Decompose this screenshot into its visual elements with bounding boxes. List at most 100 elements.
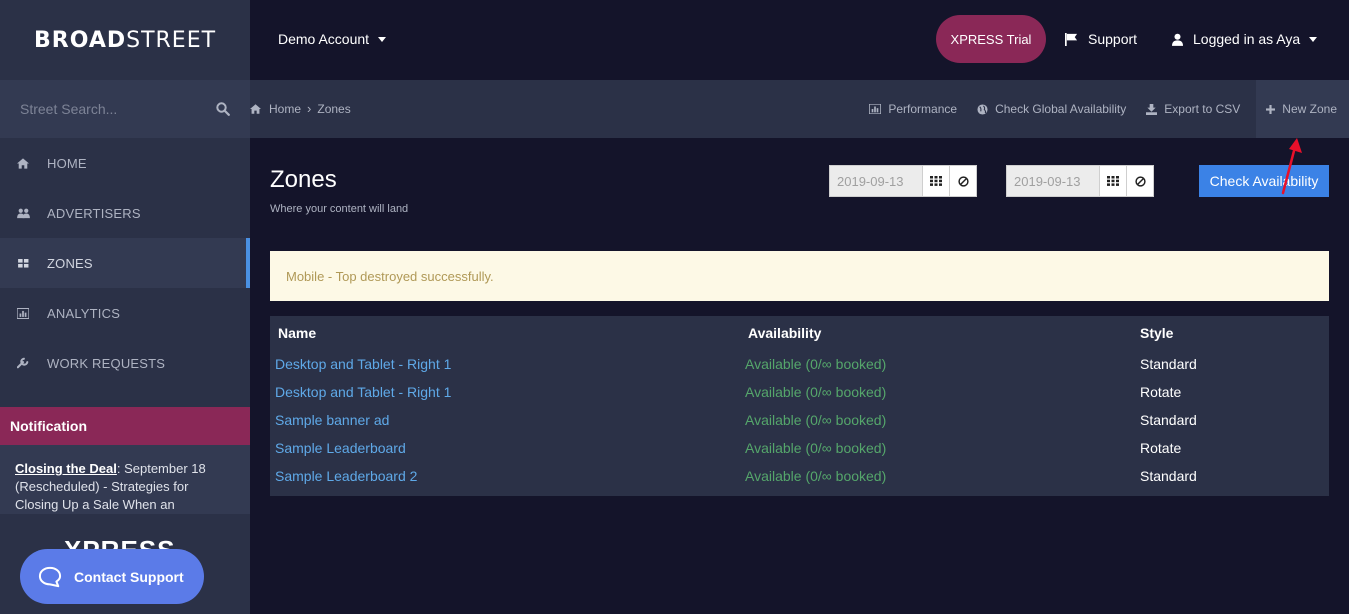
- sidebar-item-label: WORK REQUESTS: [47, 355, 166, 371]
- account-name: Demo Account: [278, 31, 370, 47]
- logo-area: BROADSTREET: [0, 0, 250, 80]
- zones-table: Name Availability Style Desktop and Tabl…: [270, 316, 1329, 496]
- breadcrumb-separator: ›: [307, 101, 312, 116]
- support-label: Support: [1088, 31, 1138, 47]
- logo-bold: BROAD: [34, 27, 127, 53]
- logo-light: STREET: [126, 27, 217, 53]
- user-menu[interactable]: Logged in as Aya: [1172, 31, 1318, 47]
- check-global-availability-link[interactable]: Check Global Availability: [977, 102, 1126, 116]
- zone-availability: Available (0/∞ booked): [745, 440, 887, 456]
- breadcrumb-home[interactable]: Home: [269, 102, 301, 116]
- chevron-down-icon: [1309, 36, 1318, 42]
- chat-bubble-icon: [38, 566, 62, 587]
- sidebar-item-advertisers[interactable]: ADVERTISERS: [0, 188, 250, 238]
- download-icon: [1146, 103, 1158, 115]
- notification-body: Closing the Deal: September 18 (Reschedu…: [0, 445, 250, 514]
- zone-style: Rotate: [1140, 440, 1182, 456]
- home-icon: [16, 156, 30, 170]
- performance-link[interactable]: Performance: [869, 102, 957, 116]
- contact-support-label: Contact Support: [74, 568, 184, 585]
- clear-date-button[interactable]: [1127, 165, 1154, 197]
- search-icon[interactable]: [216, 102, 230, 116]
- export-csv-label: Export to CSV: [1164, 102, 1241, 116]
- annotation-arrow-icon: [1281, 138, 1302, 195]
- table-row: Desktop and Tablet - Right 1 Available (…: [270, 378, 1329, 406]
- sidebar: BROADSTREET HOME ADVERTISERS ZONES ANALY…: [0, 0, 250, 614]
- new-zone-label: New Zone: [1282, 102, 1337, 116]
- notification-link[interactable]: Closing the Deal: [15, 461, 117, 476]
- xpress-trial-button[interactable]: XPRESS Trial: [936, 15, 1046, 63]
- sidebar-item-label: HOME: [47, 155, 87, 171]
- zone-name-link[interactable]: Sample Leaderboard: [270, 440, 748, 456]
- zone-name-link[interactable]: Sample banner ad: [270, 412, 748, 428]
- ban-icon: [957, 175, 969, 187]
- zone-name-link[interactable]: Sample Leaderboard 2: [270, 468, 748, 484]
- table-row: Sample Leaderboard 2 Available (0/∞ book…: [270, 462, 1329, 490]
- performance-label: Performance: [888, 102, 958, 116]
- table-row: Sample Leaderboard Available (0/∞ booked…: [270, 434, 1329, 462]
- breadcrumb-bar: Home › Zones Performance Check Global Av…: [250, 80, 1349, 138]
- new-zone-button[interactable]: New Zone: [1256, 80, 1349, 138]
- chart-icon: [16, 306, 30, 320]
- calendar-button[interactable]: [923, 165, 950, 197]
- brand-logo[interactable]: BROADSTREET: [34, 28, 216, 53]
- table-row: Sample banner ad Available (0/∞ booked) …: [270, 406, 1329, 434]
- users-icon: [16, 206, 30, 220]
- table-header: Name Availability Style: [270, 316, 1329, 350]
- xpress-logo: XPRESS: [64, 535, 176, 550]
- success-alert: Mobile - Top destroyed successfully.: [270, 251, 1329, 301]
- notification-header: Notification: [0, 407, 250, 445]
- table-body: Desktop and Tablet - Right 1 Available (…: [270, 350, 1329, 496]
- ban-icon: [1134, 175, 1146, 187]
- support-link[interactable]: Support: [1065, 31, 1137, 47]
- zone-availability: Available (0/∞ booked): [745, 356, 887, 372]
- chart-icon: [869, 104, 882, 114]
- column-header-name: Name: [278, 325, 317, 341]
- home-icon: [250, 103, 261, 114]
- user-icon: [1172, 33, 1183, 46]
- globe-icon: [977, 103, 988, 115]
- contact-support-button[interactable]: Contact Support: [20, 549, 204, 604]
- sidebar-item-zones[interactable]: ZONES: [0, 238, 250, 288]
- export-csv-link[interactable]: Export to CSV: [1146, 102, 1240, 116]
- zone-style: Standard: [1140, 412, 1197, 428]
- flag-icon: [1065, 32, 1078, 46]
- account-dropdown[interactable]: Demo Account: [278, 31, 387, 47]
- breadcrumb: Home › Zones: [250, 101, 351, 116]
- zone-availability: Available (0/∞ booked): [745, 384, 887, 400]
- zone-availability: Available (0/∞ booked): [745, 468, 887, 484]
- start-date-input[interactable]: 2019-09-13: [829, 165, 923, 197]
- user-label: Logged in as Aya: [1193, 31, 1301, 47]
- grid-icon: [16, 256, 30, 270]
- sidebar-item-label: ADVERTISERS: [47, 205, 141, 221]
- sidebar-item-analytics[interactable]: ANALYTICS: [0, 288, 250, 338]
- clear-date-button[interactable]: [950, 165, 977, 197]
- end-date-input[interactable]: 2019-09-13: [1006, 165, 1100, 197]
- page-subtitle: Where your content will land: [270, 203, 409, 215]
- page-title: Zones: [270, 166, 337, 193]
- check-availability-button[interactable]: Check Availability: [1199, 165, 1329, 197]
- zone-name-link[interactable]: Desktop and Tablet - Right 1: [270, 356, 748, 372]
- wrench-icon: [16, 356, 30, 370]
- column-header-style: Style: [1140, 325, 1174, 341]
- plus-icon: [1266, 104, 1276, 114]
- end-date-picker: 2019-09-13: [1006, 165, 1154, 197]
- zone-style: Standard: [1140, 468, 1197, 484]
- check-global-availability-label: Check Global Availability: [995, 102, 1127, 116]
- sidebar-item-label: ANALYTICS: [47, 305, 121, 321]
- zone-style: Standard: [1140, 356, 1197, 372]
- search-input[interactable]: [20, 101, 190, 117]
- start-date-picker: 2019-09-13: [829, 165, 977, 197]
- grid-icon: [1107, 176, 1119, 186]
- column-header-availability: Availability: [748, 325, 822, 341]
- chevron-down-icon: [378, 36, 387, 42]
- top-bar: Demo Account XPRESS Trial Support Logged…: [250, 0, 1349, 80]
- zone-name-link[interactable]: Desktop and Tablet - Right 1: [270, 384, 748, 400]
- street-search: [0, 80, 250, 138]
- table-row: Desktop and Tablet - Right 1 Available (…: [270, 350, 1329, 378]
- sidebar-item-work-requests[interactable]: WORK REQUESTS: [0, 338, 250, 388]
- zone-availability: Available (0/∞ booked): [745, 412, 887, 428]
- calendar-button[interactable]: [1100, 165, 1127, 197]
- sidebar-item-home[interactable]: HOME: [0, 138, 250, 188]
- grid-icon: [930, 176, 942, 186]
